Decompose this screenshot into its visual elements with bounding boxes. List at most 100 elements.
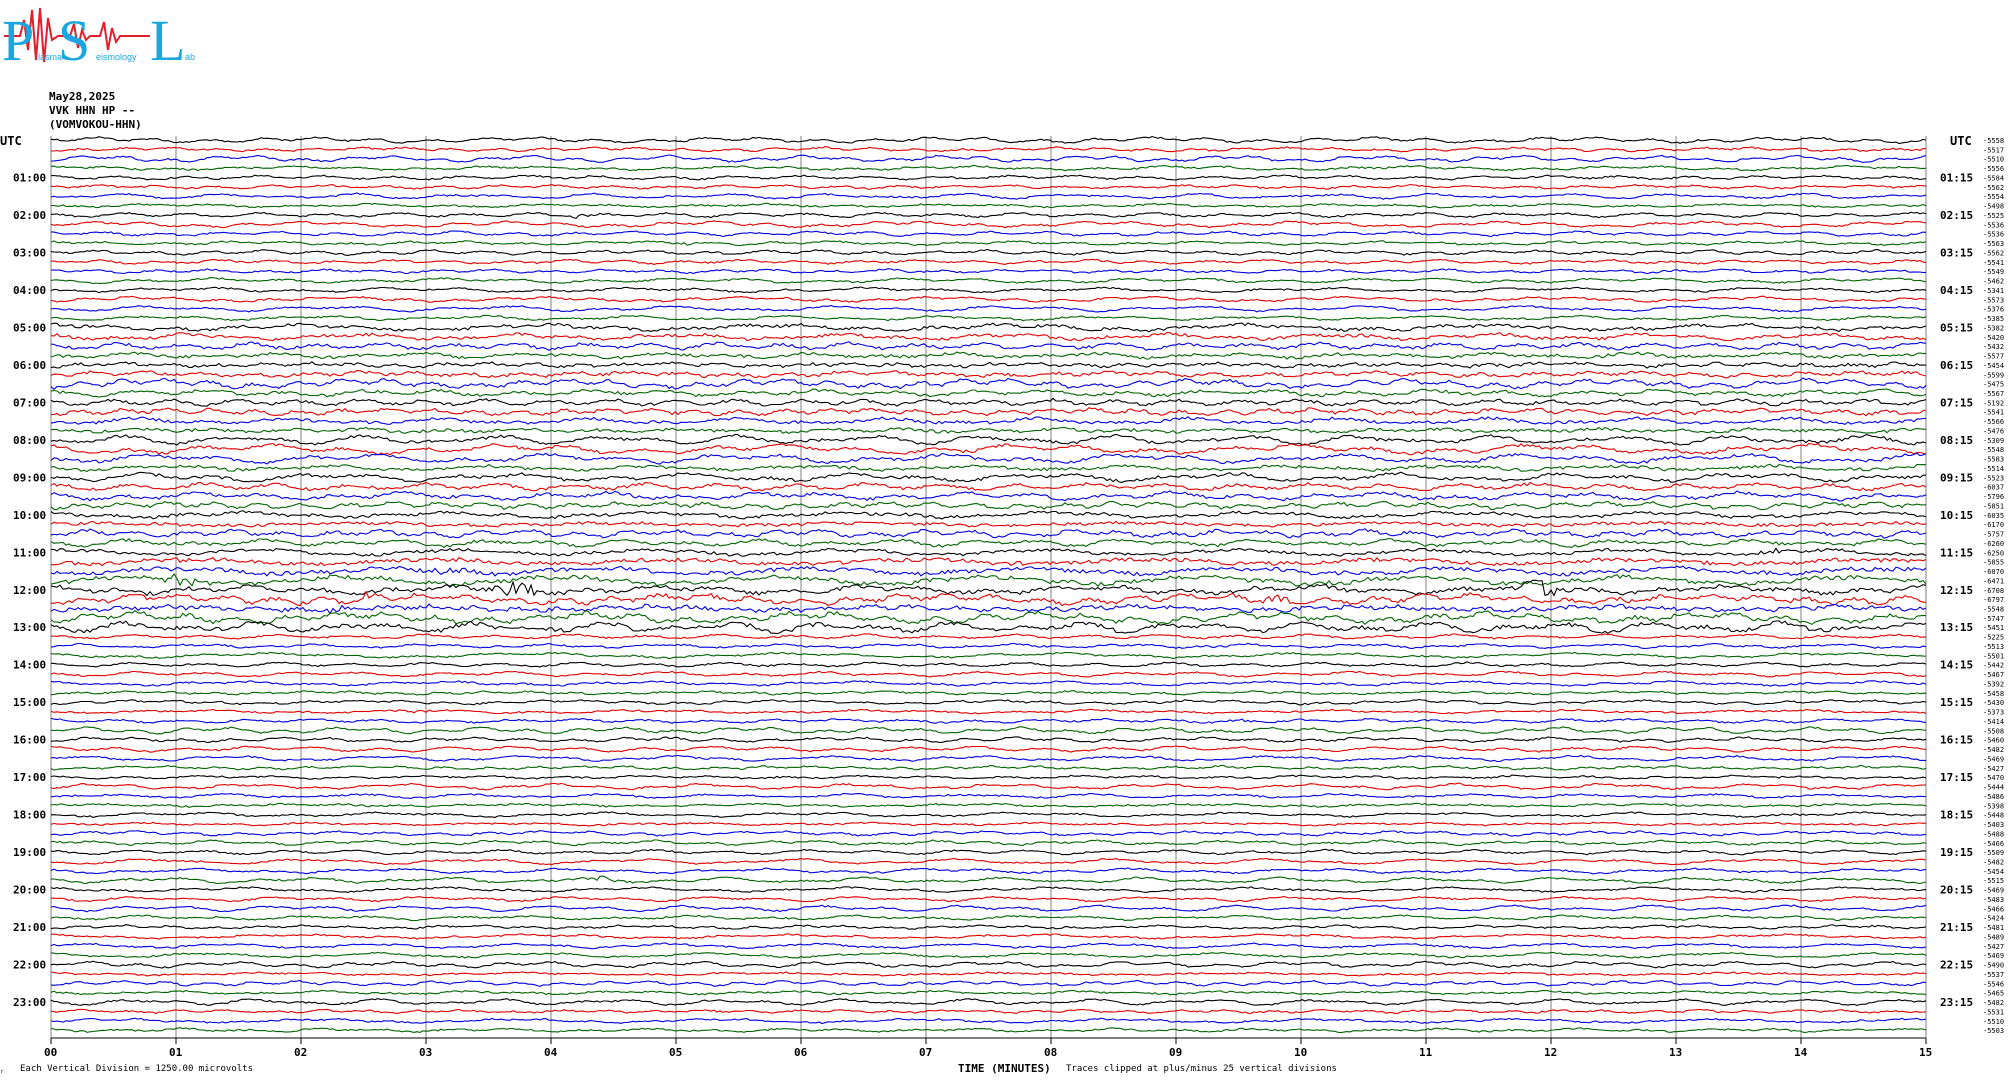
right-trace-value: -5376 (1983, 306, 2004, 314)
right-trace-value: -5855 (1983, 559, 2004, 567)
trace-2 (50, 154, 1927, 164)
trace-81 (50, 895, 1927, 903)
trace-83 (50, 914, 1927, 922)
right-trace-value: -5537 (1983, 971, 2004, 979)
utc-label-left: UTC (0, 134, 22, 148)
x-tick-label-15: 15 (1919, 1046, 1932, 1059)
trace-56 (50, 661, 1927, 668)
right-trace-value: -5757 (1983, 531, 2004, 539)
right-hour-label: 01:15 (1940, 171, 1973, 184)
right-hour-label: 11:15 (1940, 546, 1973, 559)
right-trace-values: -5558-5517-5510-5556-5584-5562-5554-5498… (1983, 137, 2004, 1035)
right-trace-value: -5467 (1983, 671, 2004, 679)
right-trace-value: -5517 (1983, 146, 2004, 154)
right-trace-value: -5448 (1983, 812, 2004, 820)
right-trace-value: -5424 (1983, 915, 2004, 923)
trace-84 (50, 924, 1927, 930)
right-hour-label: 05:15 (1940, 321, 1973, 334)
left-hour-label: 02:00 (13, 209, 46, 222)
right-trace-value: -5531 (1983, 1008, 2004, 1016)
right-trace-value: -5747 (1983, 615, 2004, 623)
left-hour-label: 06:00 (13, 359, 46, 372)
right-hour-label: 06:15 (1940, 359, 1973, 372)
trace-44 (50, 547, 1927, 557)
right-trace-value: -5475 (1983, 381, 2004, 389)
trace-37 (50, 481, 1927, 492)
trace-0 (50, 136, 1927, 145)
left-hour-label: 16:00 (13, 734, 46, 747)
trace-42 (50, 528, 1927, 539)
x-tick-label-06: 06 (794, 1046, 808, 1059)
left-hour-label: 18:00 (13, 809, 46, 822)
trace-28 (50, 397, 1927, 407)
trace-60 (50, 698, 1927, 706)
utc-label-right: UTC (1950, 134, 1972, 148)
right-trace-value: -5562 (1983, 249, 2004, 257)
trace-8 (50, 211, 1927, 220)
right-trace-value: -5508 (1983, 727, 2004, 735)
right-trace-value: -5509 (1983, 849, 2004, 857)
trace-68 (50, 774, 1927, 780)
trace-95 (50, 1027, 1927, 1034)
right-hour-label: 07:15 (1940, 396, 1973, 409)
trace-74 (50, 830, 1927, 837)
right-trace-value: -5851 (1983, 502, 2004, 510)
right-hour-label: 19:15 (1940, 846, 1973, 859)
right-hour-label: 10:15 (1940, 509, 1973, 522)
trace-88 (50, 960, 1927, 969)
trace-33 (50, 442, 1927, 456)
right-hour-label: 18:15 (1940, 809, 1973, 822)
right-trace-value: -6797 (1983, 596, 2004, 604)
trace-77 (50, 857, 1927, 866)
trace-35 (50, 463, 1927, 473)
right-trace-value: -5567 (1983, 390, 2004, 398)
right-trace-value: -5481 (1983, 924, 2004, 932)
trace-46 (50, 565, 1927, 577)
right-trace-value: -5536 (1983, 231, 2004, 239)
right-trace-value: -6037 (1983, 484, 2004, 492)
x-tick-label-05: 05 (669, 1046, 682, 1059)
right-trace-value: -5599 (1983, 371, 2004, 379)
right-trace-value: -5482 (1983, 746, 2004, 754)
right-trace-value: -5503 (1983, 1027, 2004, 1035)
trace-93 (50, 1008, 1927, 1015)
trace-50 (50, 603, 1927, 615)
right-trace-value: -5510 (1983, 156, 2004, 164)
right-trace-value: -5523 (1983, 474, 2004, 482)
trace-75 (50, 839, 1927, 847)
right-hour-label: 03:15 (1940, 246, 1973, 259)
trace-73 (50, 821, 1927, 827)
trace-10 (50, 230, 1927, 238)
right-trace-value: -5482 (1983, 999, 2004, 1007)
right-trace-value: -6708 (1983, 587, 2004, 595)
trace-21 (50, 331, 1927, 342)
right-trace-value: -5536 (1983, 221, 2004, 229)
right-trace-value: -5554 (1983, 193, 2004, 201)
trace-69 (50, 782, 1927, 791)
trace-90 (50, 979, 1927, 987)
right-trace-value: -5192 (1983, 399, 2004, 407)
right-trace-value: -5403 (1983, 821, 2004, 829)
trace-76 (50, 848, 1927, 856)
right-trace-value: -5525 (1983, 212, 2004, 220)
right-hour-label: 09:15 (1940, 471, 1973, 484)
trace-48 (50, 579, 1927, 597)
right-trace-value: -5469 (1983, 952, 2004, 960)
left-hour-label: 07:00 (13, 396, 46, 409)
right-trace-value: -5469 (1983, 887, 2004, 895)
trace-59 (50, 690, 1927, 696)
trace-19 (50, 314, 1927, 322)
trace-58 (50, 680, 1927, 687)
right-trace-value: -5541 (1983, 259, 2004, 267)
right-trace-value: -5476 (1983, 427, 2004, 435)
right-trace-value: -5414 (1983, 718, 2004, 726)
trace-61 (50, 708, 1927, 715)
right-trace-value: -5451 (1983, 624, 2004, 632)
footer-scale-note: Each Vertical Division = 1250.00 microvo… (20, 1064, 253, 1074)
right-trace-value: -5454 (1983, 362, 2004, 370)
trace-47 (50, 573, 1927, 588)
right-trace-value: -5373 (1983, 709, 2004, 717)
x-tick-label-03: 03 (419, 1046, 432, 1059)
x-tick-label-10: 10 (1294, 1046, 1307, 1059)
right-hour-label: 08:15 (1940, 434, 1973, 447)
